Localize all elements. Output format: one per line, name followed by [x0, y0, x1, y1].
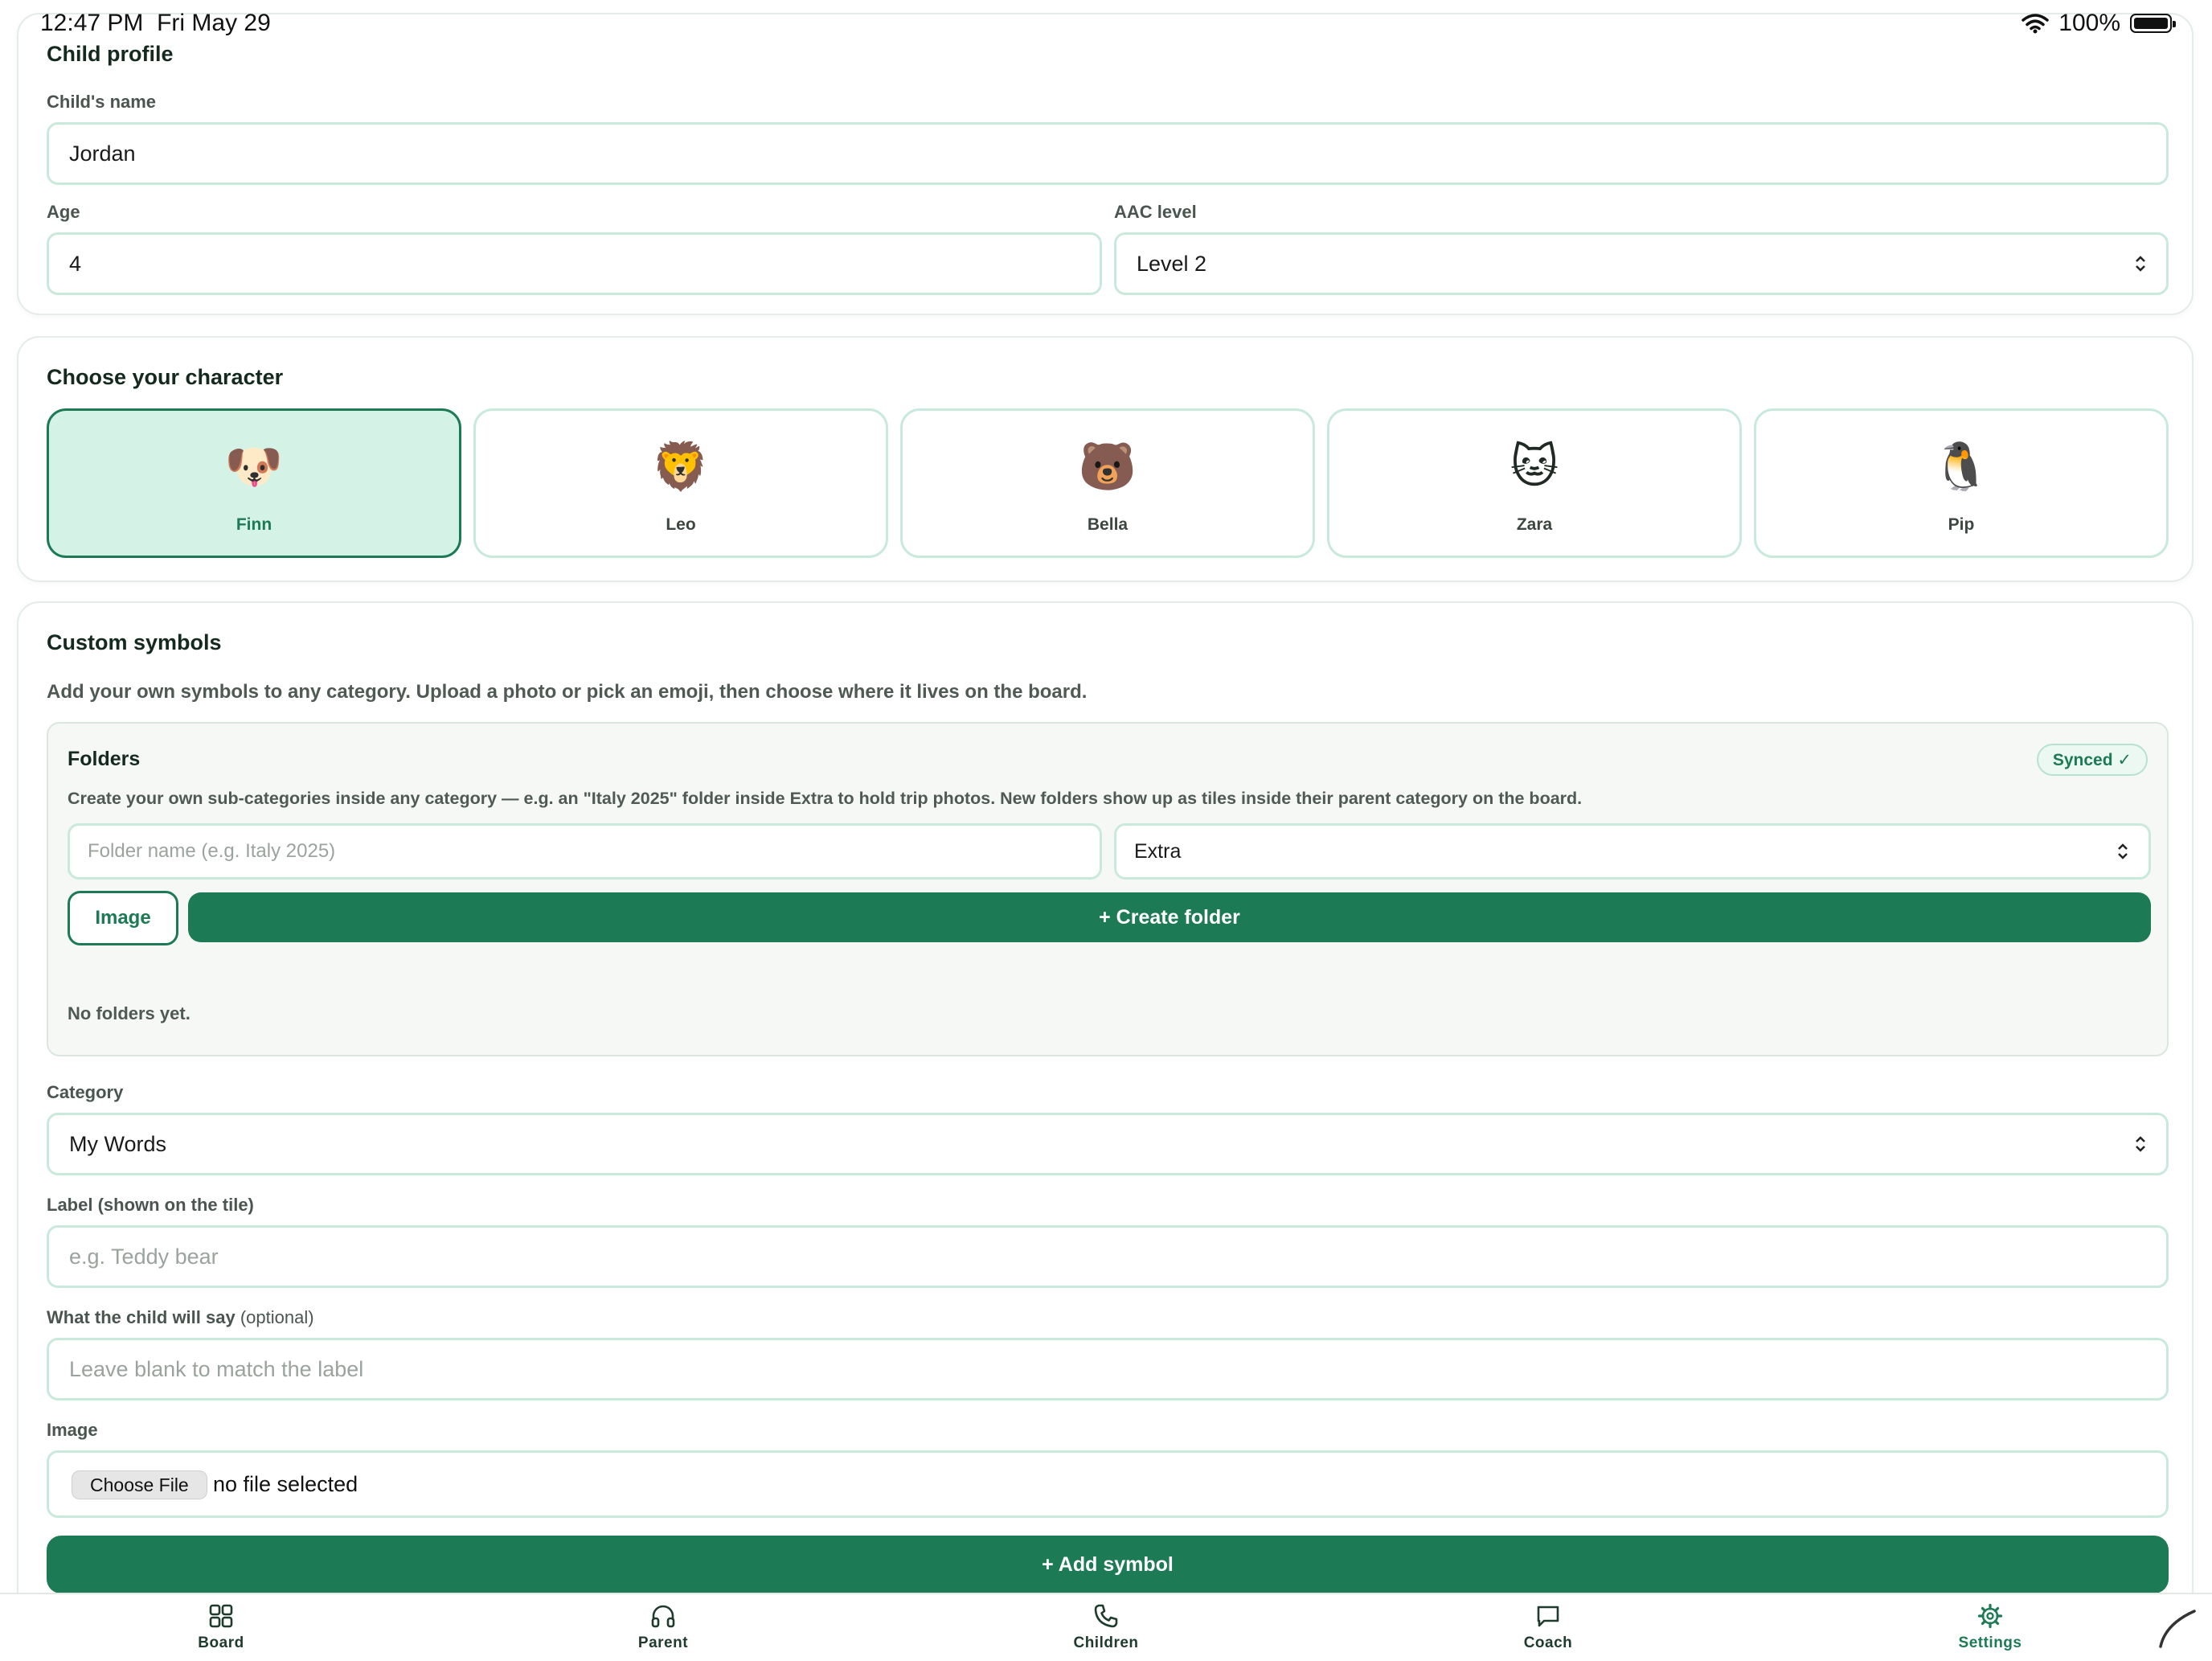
child-name-value: Jordan: [69, 141, 136, 166]
folders-title: Folders: [68, 748, 141, 770]
character-card: Choose your character 🐶 Finn 🦁 Leo 🐻 Bel…: [17, 336, 2194, 582]
character-name: Bella: [1087, 515, 1129, 534]
select-arrows-icon: [2118, 843, 2128, 859]
folder-parent-value: Extra: [1134, 839, 1182, 863]
tile-label-input[interactable]: e.g. Teddy bear: [47, 1225, 2169, 1288]
tab-coach[interactable]: Coach: [1468, 1594, 1628, 1661]
child-say-label: What the child will say (optional): [47, 1307, 314, 1328]
character-name: Finn: [236, 515, 272, 534]
phone-icon: [1094, 1604, 1118, 1628]
character-option-pip[interactable]: 🐧 Pip: [1754, 408, 2169, 558]
dog-icon: 🐶: [224, 441, 284, 493]
tile-label-label: Label (shown on the tile): [47, 1195, 254, 1215]
character-name: Zara: [1516, 515, 1553, 534]
tab-settings[interactable]: Settings: [1910, 1594, 2071, 1661]
folders-description: Create your own sub-categories inside an…: [68, 789, 1583, 808]
age-label: Age: [47, 202, 80, 222]
character-name: Leo: [666, 515, 696, 534]
character-title: Choose your character: [47, 365, 284, 389]
tab-parent[interactable]: Parent: [583, 1594, 743, 1661]
custom-symbols-description: Add your own symbols to any category. Up…: [47, 681, 1088, 703]
bottom-tab-bar: Board Parent Children Coach Settings: [0, 1593, 2212, 1659]
tab-children[interactable]: Children: [1026, 1594, 1186, 1661]
bear-icon: 🐻: [1078, 441, 1137, 493]
synced-badge: Synced ✓: [2036, 744, 2148, 776]
child-name-input[interactable]: Jordan: [47, 122, 2169, 185]
child-say-label-text: What the child will say: [47, 1307, 236, 1327]
child-say-placeholder: Leave blank to match the label: [69, 1356, 364, 1381]
add-symbol-button[interactable]: + Add symbol: [47, 1536, 2169, 1593]
aac-level-select[interactable]: Level 2: [1114, 232, 2169, 295]
symbol-image-label: Image: [47, 1420, 98, 1440]
select-arrows-icon: [2136, 256, 2145, 272]
wifi-icon: [2022, 14, 2050, 34]
grid-icon: [209, 1604, 233, 1628]
tab-label: Settings: [1958, 1634, 2022, 1651]
age-value: 4: [69, 251, 82, 276]
status-date: Fri May 29: [157, 10, 271, 36]
tab-board[interactable]: Board: [141, 1594, 301, 1661]
lion-icon: 🦁: [651, 441, 711, 493]
character-option-bella[interactable]: 🐻 Bella: [900, 408, 1315, 558]
child-profile-card: Child profile Child's name Jordan Age 4 …: [17, 13, 2194, 315]
aac-level-value: Level 2: [1137, 251, 1207, 276]
file-status: no file selected: [213, 1471, 358, 1496]
cat-icon: 🐱: [1509, 441, 1559, 493]
tile-label-placeholder: e.g. Teddy bear: [69, 1244, 219, 1269]
tab-label: Parent: [637, 1634, 689, 1651]
chat-bubble-icon: [1537, 1606, 1559, 1627]
folder-name-placeholder: Folder name (e.g. Italy 2025): [88, 840, 336, 862]
status-bar: 12:47 PM Fri May 29 100%: [0, 0, 2212, 40]
category-value: My Words: [69, 1131, 167, 1156]
penguin-icon: 🐧: [1931, 441, 1991, 493]
create-folder-button[interactable]: + Create folder: [188, 892, 2151, 942]
child-say-input[interactable]: Leave blank to match the label: [47, 1338, 2169, 1401]
child-name-label: Child's name: [47, 92, 157, 112]
age-input[interactable]: 4: [47, 232, 1102, 295]
character-option-finn[interactable]: 🐶 Finn: [47, 408, 461, 558]
headphones-icon: [651, 1605, 675, 1628]
character-option-leo[interactable]: 🦁 Leo: [473, 408, 888, 558]
tab-label: Children: [1073, 1634, 1139, 1651]
optional-note: (optional): [240, 1307, 314, 1327]
folders-panel: Folders Synced ✓ Create your own sub-cat…: [47, 722, 2169, 1056]
battery-percent: 100%: [2058, 10, 2120, 36]
custom-symbols-card: Custom symbols Add your own symbols to a…: [17, 601, 2194, 1614]
symbol-image-file-input[interactable]: Choose File no file selected: [47, 1450, 2169, 1518]
custom-symbols-title: Custom symbols: [47, 630, 222, 654]
folder-image-button[interactable]: Image: [68, 891, 178, 945]
select-arrows-icon: [2136, 1136, 2145, 1152]
character-name: Pip: [1948, 515, 1975, 534]
resize-handle-icon: [2159, 1610, 2196, 1648]
status-indicators: 100%: [2022, 10, 2176, 37]
category-label: Category: [47, 1082, 124, 1102]
status-time: 12:47 PM Fri May 29: [40, 10, 271, 37]
folder-name-input[interactable]: Folder name (e.g. Italy 2025): [68, 823, 1102, 880]
character-option-zara[interactable]: 🐱 Zara: [1327, 408, 1742, 558]
aac-level-label: AAC level: [1114, 202, 1197, 222]
battery-icon: [2130, 14, 2176, 33]
no-folders-text: No folders yet.: [68, 1003, 190, 1023]
folder-parent-select[interactable]: Extra: [1114, 823, 2151, 880]
tab-label: Coach: [1523, 1634, 1573, 1651]
category-select[interactable]: My Words: [47, 1113, 2169, 1175]
child-profile-title: Child profile: [47, 42, 174, 66]
tab-label: Board: [198, 1634, 244, 1651]
gear-icon: [1977, 1603, 2003, 1629]
status-clock: 12:47 PM: [40, 10, 144, 36]
choose-file-button[interactable]: Choose File: [72, 1470, 207, 1499]
